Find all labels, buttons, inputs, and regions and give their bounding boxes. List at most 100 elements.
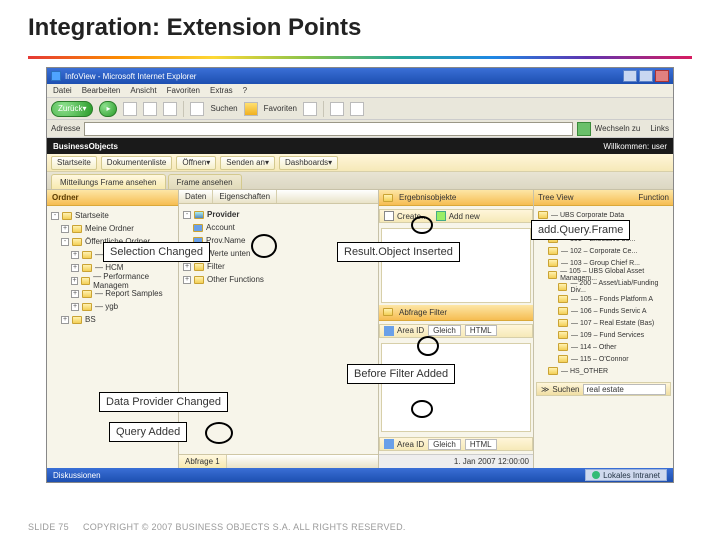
favorites-label[interactable]: Favoriten bbox=[264, 104, 297, 113]
filter-op2[interactable]: Gleich bbox=[428, 439, 461, 450]
app-toolbar: Startseite Dokumentenliste Öffnen ▾ Send… bbox=[47, 154, 673, 172]
back-button[interactable]: Zurück ▾ bbox=[51, 101, 93, 117]
menu-extras[interactable]: Extras bbox=[210, 86, 233, 95]
plus-icon[interactable] bbox=[436, 211, 446, 221]
close-button[interactable] bbox=[655, 70, 669, 82]
filter-field2[interactable]: Area ID bbox=[397, 440, 424, 449]
tab-data[interactable]: Daten bbox=[179, 190, 213, 203]
folder-item[interactable]: Meine Ordner bbox=[85, 224, 134, 233]
doclist-button[interactable]: Dokumentenliste bbox=[101, 156, 173, 170]
filter-field[interactable]: Area ID bbox=[397, 326, 424, 335]
menu-edit[interactable]: Bearbeiten bbox=[82, 86, 121, 95]
search-icon[interactable] bbox=[190, 102, 204, 116]
folder-tree[interactable]: -Startseite +Meine Ordner -Öffentliche O… bbox=[47, 206, 178, 329]
expand-icon[interactable]: + bbox=[71, 303, 79, 311]
sendto-button[interactable]: Senden an ▾ bbox=[220, 156, 275, 170]
folder-icon bbox=[82, 264, 92, 272]
addnew-button[interactable]: Add new bbox=[449, 212, 480, 221]
tree-item[interactable]: — 115 – O'Connor bbox=[571, 356, 629, 363]
provider-group[interactable]: Provider bbox=[207, 210, 239, 219]
expand-icon[interactable]: + bbox=[183, 263, 191, 271]
sec-other[interactable]: Other Functions bbox=[207, 275, 264, 284]
search-input[interactable]: real estate bbox=[583, 384, 666, 395]
filter-row2: Area ID Gleich HTML bbox=[379, 437, 533, 451]
tree-item[interactable]: — 107 – Real Estate (Bas) bbox=[571, 320, 654, 327]
maximize-button[interactable] bbox=[639, 70, 653, 82]
tree-item[interactable]: — HS_OTHER bbox=[561, 368, 608, 375]
node-icon bbox=[558, 283, 567, 291]
circle-selection bbox=[251, 234, 277, 258]
filter-type[interactable]: HTML bbox=[465, 325, 497, 336]
print-icon[interactable] bbox=[350, 102, 364, 116]
favorites-icon[interactable] bbox=[244, 102, 258, 116]
window-title: InfoView - Microsoft Internet Explorer bbox=[65, 72, 196, 81]
stop-icon[interactable] bbox=[123, 102, 137, 116]
tree-item[interactable]: — 106 – Funds Servic A bbox=[571, 308, 646, 315]
treeview-header: Tree View Function bbox=[534, 190, 673, 206]
add-icon[interactable] bbox=[384, 211, 394, 221]
open-button[interactable]: Öffnen ▾ bbox=[176, 156, 216, 170]
go-button[interactable] bbox=[577, 122, 591, 136]
expand-icon[interactable]: + bbox=[61, 316, 69, 324]
expand-icon[interactable]: + bbox=[71, 264, 79, 272]
result-drop-area[interactable] bbox=[381, 228, 531, 303]
links-label[interactable]: Links bbox=[650, 124, 669, 133]
tab-query1[interactable]: Abfrage 1 bbox=[179, 455, 227, 468]
home-icon[interactable] bbox=[163, 102, 177, 116]
folder-root[interactable]: Startseite bbox=[75, 211, 109, 220]
search-btn[interactable]: Suchen bbox=[552, 385, 579, 394]
expand-icon[interactable]: + bbox=[183, 276, 191, 284]
tree-item[interactable]: — 105 – Fonds Platform A bbox=[571, 296, 653, 303]
screenshot-window: InfoView - Microsoft Internet Explorer D… bbox=[46, 67, 674, 483]
menu-view[interactable]: Ansicht bbox=[130, 86, 156, 95]
callout-add-query-frame: add.Query.Frame bbox=[531, 220, 630, 240]
expand-icon[interactable]: + bbox=[71, 277, 78, 285]
col-function: Function bbox=[638, 193, 669, 202]
tree-item[interactable]: — 102 – Corporate Ce... bbox=[561, 248, 637, 255]
tree-item[interactable]: — 114 – Other bbox=[571, 344, 616, 351]
refresh-icon[interactable] bbox=[143, 102, 157, 116]
mail-icon[interactable] bbox=[330, 102, 344, 116]
filter-op[interactable]: Gleich bbox=[428, 325, 461, 336]
sec-values[interactable]: Werte unten bbox=[207, 249, 250, 258]
expand-icon[interactable]: + bbox=[71, 290, 79, 298]
folder-item[interactable]: — Performance Managem bbox=[93, 272, 174, 290]
folder-item[interactable]: — Report Samples bbox=[95, 289, 163, 298]
filter-type2[interactable]: HTML bbox=[465, 439, 497, 450]
field-account[interactable]: Account bbox=[206, 223, 235, 232]
address-input[interactable] bbox=[84, 122, 572, 136]
search-bar: ≫ Suchen real estate bbox=[536, 382, 671, 396]
tree-item[interactable]: — 200 – Asset/Liab/Funding Div... bbox=[570, 280, 669, 294]
tree-item[interactable]: — 109 – Fund Services bbox=[571, 332, 644, 339]
menu-file[interactable]: Datei bbox=[53, 86, 72, 95]
minimize-button[interactable] bbox=[623, 70, 637, 82]
folder-item[interactable]: BS bbox=[85, 315, 96, 324]
expand-icon[interactable]: - bbox=[51, 212, 59, 220]
field-provname[interactable]: Prov.Name bbox=[206, 236, 245, 245]
history-icon[interactable] bbox=[303, 102, 317, 116]
dashboards-button[interactable]: Dashboards ▾ bbox=[279, 156, 338, 170]
query-tabs: Abfrage 1 bbox=[179, 454, 378, 468]
tab-message-frame[interactable]: Mitteilungs Frame ansehen bbox=[51, 174, 166, 189]
tab-properties[interactable]: Eigenschaften bbox=[213, 190, 277, 203]
node-icon bbox=[558, 307, 568, 315]
forward-button[interactable]: ▸ bbox=[99, 101, 117, 117]
go-label[interactable]: Wechseln zu bbox=[595, 124, 641, 133]
tab-frame[interactable]: Frame ansehen bbox=[168, 174, 242, 189]
search-label[interactable]: Suchen bbox=[210, 104, 237, 113]
filter-row: Area ID Gleich HTML bbox=[379, 324, 533, 338]
expand-icon[interactable]: - bbox=[61, 238, 69, 246]
tree-item[interactable]: — UBS Corporate Data bbox=[551, 212, 624, 219]
expand-icon[interactable]: + bbox=[61, 225, 69, 233]
node-icon bbox=[558, 295, 568, 303]
sec-filter[interactable]: Filter bbox=[207, 262, 225, 271]
expand-icon[interactable]: - bbox=[183, 211, 191, 219]
filter-drop-area[interactable] bbox=[381, 343, 531, 432]
menu-help[interactable]: ? bbox=[243, 86, 247, 95]
menu-favorites[interactable]: Favoriten bbox=[167, 86, 200, 95]
node-icon bbox=[558, 331, 568, 339]
folder-item[interactable]: — ygb bbox=[95, 302, 118, 311]
tree-item[interactable]: — 103 – Group Chief R... bbox=[561, 260, 640, 267]
home-button[interactable]: Startseite bbox=[51, 156, 97, 170]
expand-icon[interactable]: + bbox=[71, 251, 79, 259]
